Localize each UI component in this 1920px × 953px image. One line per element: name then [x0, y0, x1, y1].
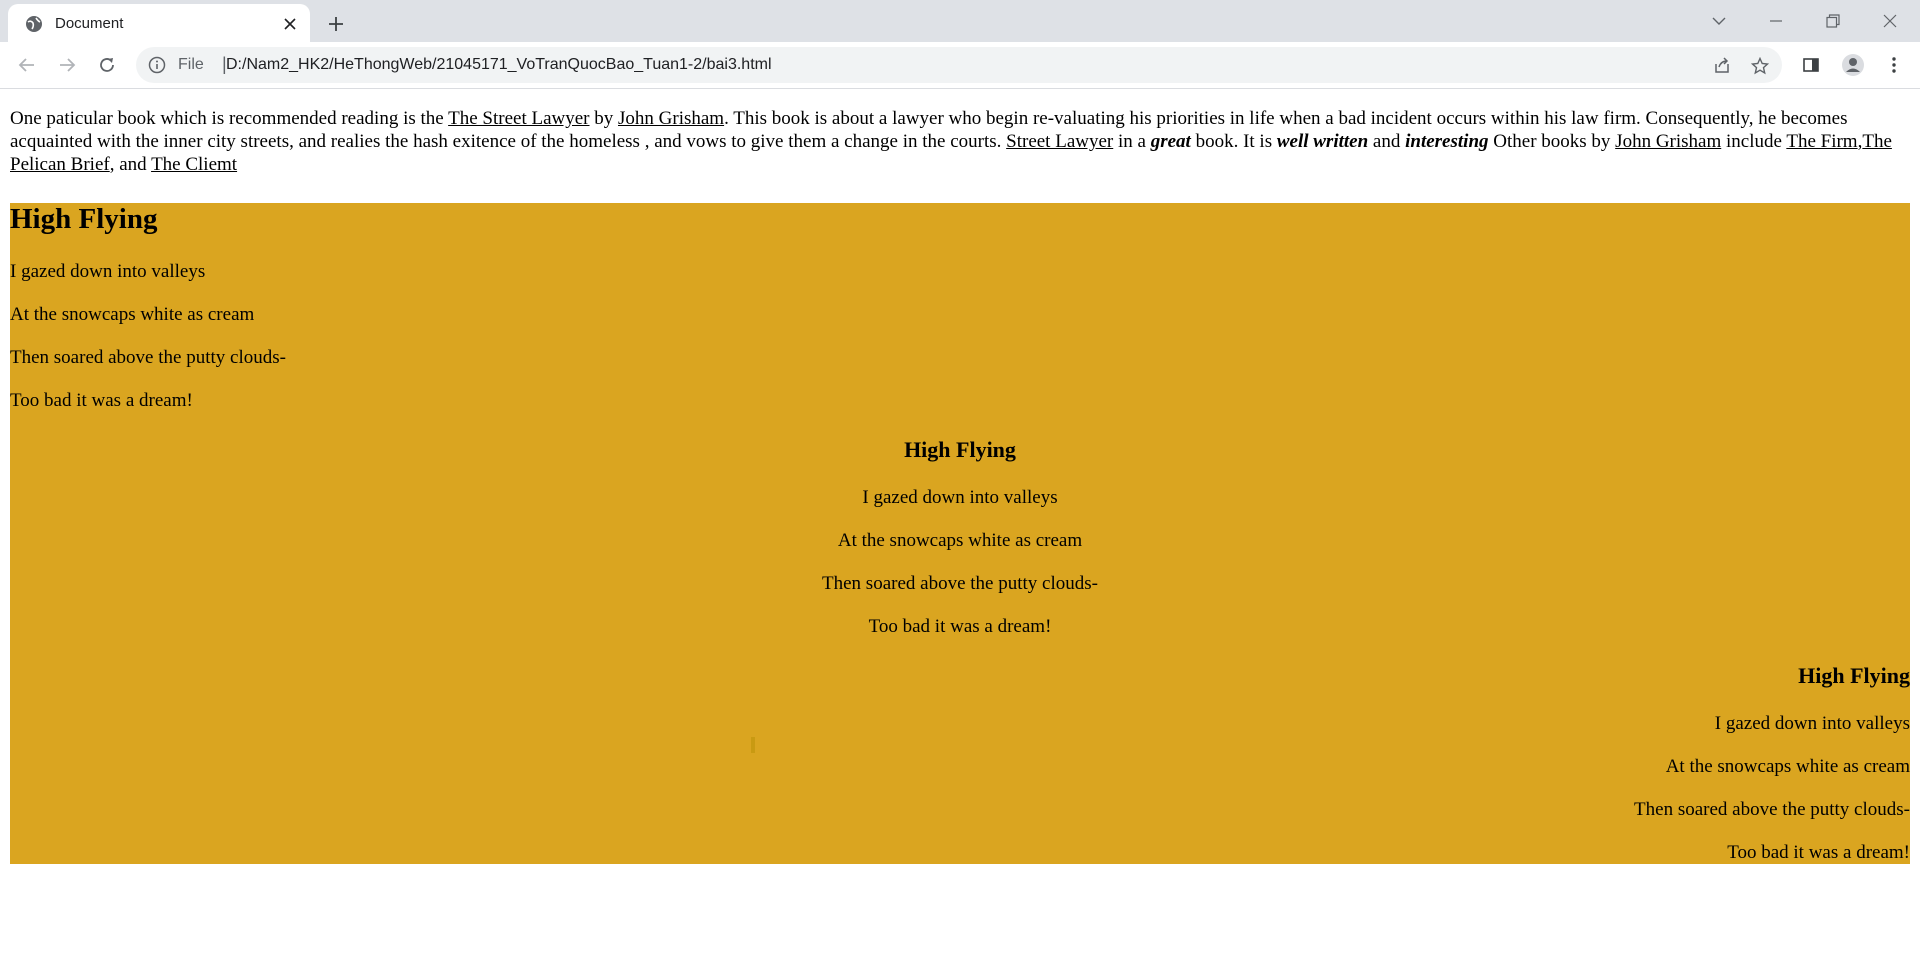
poem-line-left: At the snowcaps white as cream: [10, 304, 255, 325]
close-window-icon[interactable]: [1870, 6, 1910, 36]
page-content: One paticular book which is recommended …: [0, 89, 1920, 953]
back-icon[interactable]: [12, 50, 42, 80]
poem-line-center: I gazed down into valleys: [862, 487, 1058, 508]
poem-line-center: At the snowcaps white as cream: [837, 530, 1083, 551]
close-tab-icon[interactable]: [280, 14, 300, 34]
emphasis-great: great: [1150, 131, 1191, 152]
intro-text: include: [1721, 131, 1787, 152]
link-the-street-lawyer[interactable]: The Street Lawyer: [448, 108, 589, 129]
emphasis-interesting: interesting: [1405, 131, 1489, 152]
poem-line-right: Then soared above the putty clouds-: [1634, 799, 1910, 820]
poem-section: High Flying I gazed down into valleys At…: [10, 203, 1910, 864]
restore-icon[interactable]: [1813, 6, 1853, 36]
minimize-icon[interactable]: [1756, 6, 1796, 36]
intro-text: , and: [109, 154, 152, 175]
side-panel-icon[interactable]: [1796, 50, 1826, 80]
text-cursor-marker: [751, 737, 755, 753]
reload-icon[interactable]: [92, 50, 122, 80]
tab-search-icon[interactable]: [1699, 6, 1739, 36]
poem-line-right: Too bad it was a dream!: [1727, 842, 1910, 863]
poem-title-left: High Flying: [10, 203, 158, 235]
link-street-lawyer[interactable]: Street Lawyer: [1006, 131, 1113, 152]
intro-text: and: [1368, 131, 1406, 152]
link-john-grisham[interactable]: John Grisham: [618, 108, 724, 129]
link-the-cliemt[interactable]: The Cliemt: [151, 154, 237, 175]
intro-text: in a: [1113, 131, 1151, 152]
profile-avatar-icon[interactable]: [1838, 50, 1868, 80]
poem-line-left: I gazed down into valleys: [10, 261, 206, 282]
tab-title: Document: [55, 15, 124, 32]
poem-title-right: High Flying: [1798, 663, 1910, 688]
poem-line-right: At the snowcaps white as cream: [1665, 756, 1910, 777]
new-tab-icon[interactable]: [322, 10, 350, 38]
intro-paragraph: One paticular book which is recommended …: [10, 107, 1910, 176]
poem-line-left: Then soared above the putty clouds-: [10, 347, 286, 368]
site-info-icon[interactable]: [148, 56, 166, 74]
address-bar[interactable]: File | D:/Nam2_HK2/HeThongWeb/21045171_V…: [136, 47, 1782, 83]
poem-line-left: Too bad it was a dream!: [10, 390, 193, 411]
address-url[interactable]: D:/Nam2_HK2/HeThongWeb/21045171_VoTranQu…: [226, 56, 772, 74]
share-icon[interactable]: [1710, 54, 1734, 78]
link-the-firm[interactable]: The Firm: [1786, 131, 1857, 152]
intro-text: book. It is: [1190, 131, 1277, 152]
browser-tab[interactable]: Document: [8, 4, 310, 42]
browser-toolbar: File | D:/Nam2_HK2/HeThongWeb/21045171_V…: [0, 42, 1920, 89]
poem-line-center: Too bad it was a dream!: [868, 616, 1052, 637]
address-scheme: File: [178, 56, 204, 73]
intro-text: One paticular book which is recommended …: [10, 108, 449, 129]
globe-icon: [25, 15, 43, 33]
intro-text: by: [589, 108, 618, 129]
bookmark-star-icon[interactable]: [1748, 54, 1772, 78]
poem-line-center: Then soared above the putty clouds-: [822, 573, 1098, 594]
poem-title-center: High Flying: [904, 437, 1016, 462]
poem-line-right: I gazed down into valleys: [1714, 713, 1910, 734]
forward-icon[interactable]: [52, 50, 82, 80]
tab-strip: Document: [0, 0, 1920, 42]
emphasis-well-written: well written: [1276, 131, 1369, 152]
more-menu-icon[interactable]: [1879, 50, 1909, 80]
intro-text: Other books by: [1488, 131, 1616, 152]
link-john-grisham-2[interactable]: John Grisham: [1615, 131, 1721, 152]
